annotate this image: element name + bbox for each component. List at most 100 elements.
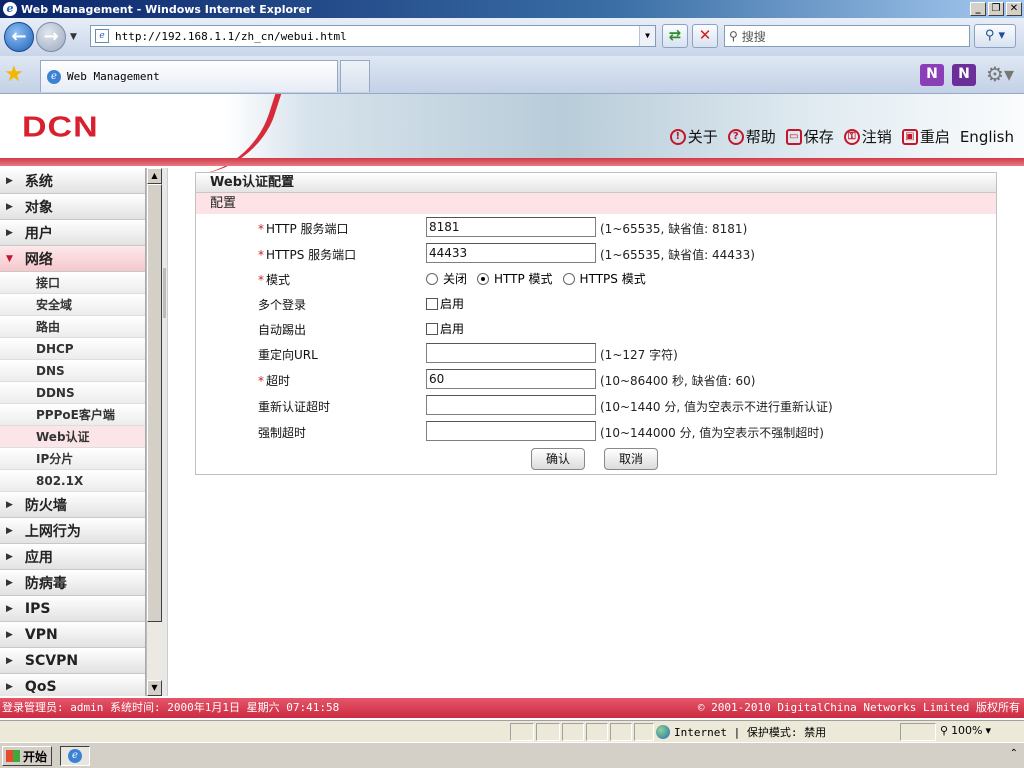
sidebar-item-ips[interactable]: ▶ IPS (0, 596, 145, 622)
logout-link[interactable]: ⚿ 注销 (843, 126, 892, 147)
timeout-label: * 超时 (258, 374, 291, 388)
help-icon: ? (727, 128, 744, 145)
splitter-grip[interactable] (163, 268, 166, 318)
sidebar-sub-8021x[interactable]: 802.1X (0, 470, 145, 492)
chevron-right-icon: ▶ (6, 629, 13, 640)
restore-button[interactable]: ❐ (988, 2, 1004, 16)
status-segment (562, 723, 584, 741)
sidebar-item-users[interactable]: ▶ 用户 (0, 220, 145, 246)
confirm-button[interactable]: 确认 (531, 448, 585, 470)
sidebar-sub-ip-fragment[interactable]: IP分片 (0, 448, 145, 470)
copyright: © 2001-2010 DigitalChina Networks Limite… (697, 701, 1020, 714)
https-port-label: * HTTPS 服务端口 (258, 248, 357, 262)
sidebar-item-network[interactable]: ▼ 网络 (0, 246, 145, 272)
start-label: 开始 (23, 749, 48, 764)
start-button[interactable]: 开始 (2, 746, 52, 766)
force-timeout-hint: (10~144000 分, 值为空表示不强制超时) (600, 426, 824, 440)
sidebar-sub-zone[interactable]: 安全域 (0, 294, 145, 316)
save-link[interactable]: ▭ 保存 (785, 126, 834, 147)
sidebar-item-objects[interactable]: ▶ 对象 (0, 194, 145, 220)
back-button[interactable]: ← (4, 22, 34, 52)
forward-button[interactable]: → (36, 22, 66, 52)
close-button[interactable]: ✕ (1006, 2, 1022, 16)
reauth-timeout-hint: (10~1440 分, 值为空表示不进行重新认证) (600, 400, 833, 414)
mode-http-radio[interactable]: HTTP 模式 (477, 270, 553, 287)
sidebar-item-system[interactable]: ▶ 系统 (0, 168, 145, 194)
mode-off-radio[interactable]: 关闭 (426, 270, 467, 287)
sidebar-sub-web-auth[interactable]: Web认证 (0, 426, 145, 448)
tray-expand-icon[interactable]: ⌃ (1010, 748, 1018, 759)
sidebar-item-firewall[interactable]: ▶ 防火墙 (0, 492, 145, 518)
refresh-button[interactable]: ⇄ (662, 24, 688, 48)
minimize-button[interactable]: _ (970, 2, 986, 16)
page-footer: 登录管理员: admin 系统时间: 2000年1月1日 星期六 07:41:5… (0, 698, 1024, 718)
redirect-url-input[interactable] (426, 343, 596, 363)
tab-web-management[interactable]: e Web Management (40, 60, 338, 92)
scroll-down-icon[interactable]: ▼ (147, 680, 162, 696)
force-timeout-input[interactable] (426, 421, 596, 441)
sidebar-sub-dhcp[interactable]: DHCP (0, 338, 145, 360)
info-icon: ! (669, 128, 686, 145)
multi-login-checkbox[interactable]: 启用 (426, 295, 464, 312)
sidebar-scrollbar[interactable]: ▲ ▼ (146, 168, 162, 696)
search-placeholder: 搜搜 (741, 29, 766, 44)
cancel-button[interactable]: 取消 (604, 448, 658, 470)
status-segment (536, 723, 560, 741)
zone-text: Internet | 保护模式: 禁用 (674, 726, 827, 739)
sidebar-sub-interface[interactable]: 接口 (0, 272, 145, 294)
about-link[interactable]: ! 关于 (669, 126, 718, 147)
https-port-input[interactable]: 44433 (426, 243, 596, 263)
tab-label: Web Management (67, 70, 160, 83)
help-link[interactable]: ? 帮助 (727, 126, 776, 147)
http-port-input[interactable]: 8181 (426, 217, 596, 237)
english-link[interactable]: English (960, 128, 1014, 146)
sidebar-sub-pppoe[interactable]: PPPoE客户端 (0, 404, 145, 426)
address-toolbar: ← → ▼ e http://192.168.1.1/zh_cn/webui.h… (0, 18, 1024, 56)
address-bar[interactable]: e http://192.168.1.1/zh_cn/webui.html ▼ (90, 25, 656, 47)
window-controls: _ ❐ ✕ (970, 2, 1022, 16)
timeout-input[interactable]: 60 (426, 369, 596, 389)
sidebar-item-scvpn[interactable]: ▶ SCVPN (0, 648, 145, 674)
history-dropdown-icon[interactable]: ▼ (70, 32, 77, 42)
popup-blocked-icon[interactable] (634, 723, 654, 741)
taskbar-ie-button[interactable]: e (60, 746, 90, 766)
sidebar-item-behavior[interactable]: ▶ 上网行为 (0, 518, 145, 544)
window-title: Web Management - Windows Internet Explor… (21, 2, 312, 16)
sidebar-item-qos[interactable]: ▶ QoS (0, 674, 145, 696)
sidebar-item-application[interactable]: ▶ 应用 (0, 544, 145, 570)
address-dropdown-icon[interactable]: ▼ (639, 26, 655, 46)
mode-row: * 模式 关闭 HTTP 模式 HTTPS 模式 (196, 267, 996, 291)
sidebar-menu: ▶ 系统 ▶ 对象 ▶ 用户 ▼ 网络 接口 安全域 路由 DHCP DNS DDNS … (0, 168, 146, 696)
zoom-control[interactable]: ⚲ 100% ▾ (940, 724, 991, 737)
reboot-link[interactable]: ▣ 重启 (901, 126, 950, 147)
sidebar-item-vpn[interactable]: ▶ VPN (0, 622, 145, 648)
search-button[interactable]: ⚲ ▾ (974, 24, 1016, 48)
sidebar-sub-routing[interactable]: 路由 (0, 316, 145, 338)
page-icon: e (95, 29, 109, 43)
http-port-label: * HTTP 服务端口 (258, 222, 349, 236)
stop-button[interactable]: ✕ (692, 24, 718, 48)
onenote-icon[interactable]: N (920, 64, 944, 86)
favorites-star-icon[interactable]: ★ (4, 62, 24, 87)
reauth-timeout-input[interactable] (426, 395, 596, 415)
new-tab-button[interactable] (340, 60, 370, 92)
gear-icon[interactable]: ⚙▾ (984, 64, 1016, 86)
sidebar-sub-dns[interactable]: DNS (0, 360, 145, 382)
scroll-thumb[interactable] (147, 184, 162, 622)
panel-title: Web认证配置 (196, 173, 996, 193)
https-port-hint: (1~65535, 缺省值: 44433) (600, 248, 755, 262)
ie-status-bar: Internet | 保护模式: 禁用 ⚲ 100% ▾ (0, 720, 1024, 742)
security-zone[interactable]: Internet | 保护模式: 禁用 (656, 724, 826, 740)
search-icon: ⚲ (729, 29, 738, 43)
search-input[interactable]: ⚲ 搜搜 (724, 25, 970, 47)
mode-https-radio[interactable]: HTTPS 模式 (562, 270, 646, 287)
onenote-send-icon[interactable]: N (952, 64, 976, 86)
auto-kick-checkbox[interactable]: 启用 (426, 320, 464, 337)
sidebar-item-antivirus[interactable]: ▶ 防病毒 (0, 570, 145, 596)
scroll-up-icon[interactable]: ▲ (147, 168, 162, 184)
mode-label: * 模式 (258, 273, 291, 287)
lock-icon[interactable] (900, 723, 936, 741)
frame-splitter[interactable] (162, 168, 168, 696)
sidebar-sub-ddns[interactable]: DDNS (0, 382, 145, 404)
reauth-timeout-row: 重新认证超时 (10~1440 分, 值为空表示不进行重新认证) (196, 394, 996, 418)
